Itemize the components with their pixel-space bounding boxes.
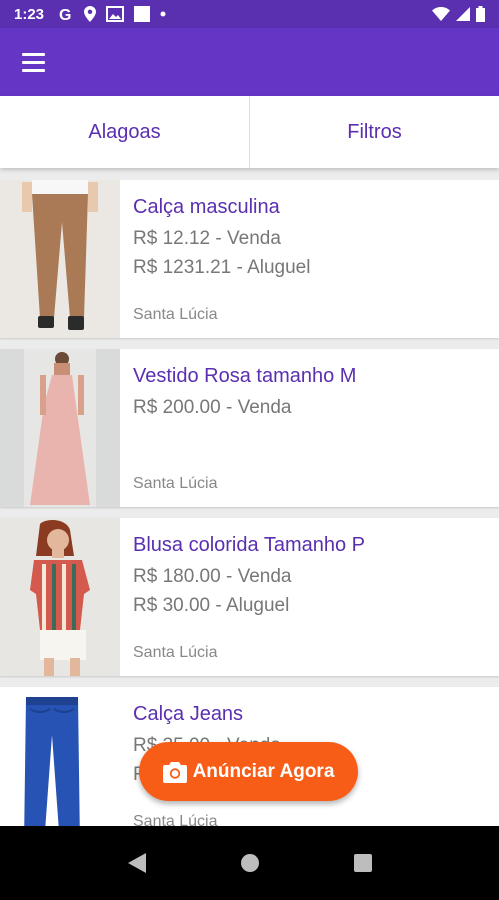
tab-location[interactable]: Alagoas <box>0 96 249 168</box>
product-photo <box>0 180 120 338</box>
trousers-photo-icon <box>0 180 120 338</box>
product-photo <box>0 687 120 826</box>
app-bar <box>0 28 499 96</box>
recents-square-icon <box>353 854 372 872</box>
back-triangle-icon <box>127 853 146 873</box>
listing-list[interactable]: Calça masculina R$ 12.12 - Venda R$ 1231… <box>0 180 499 826</box>
listing-price-sale: R$ 200.00 - Venda <box>133 397 292 418</box>
blouse-photo-icon <box>0 518 120 676</box>
svg-text:G: G <box>59 7 71 22</box>
status-bar: 1:23 G <box>0 0 499 28</box>
filter-tabs: Alagoas Filtros <box>0 96 499 168</box>
system-nav-bar <box>0 826 499 900</box>
status-time: 1:23 <box>14 5 45 23</box>
post-ad-button[interactable]: Anúnciar Agora <box>139 742 358 801</box>
listing-title: Calça Jeans <box>133 703 244 725</box>
tab-filters[interactable]: Filtros <box>250 96 499 168</box>
menu-icon[interactable] <box>22 53 46 73</box>
listing-price-rent: R$ 1231.21 - Aluguel <box>133 257 311 278</box>
listing-location: Santa Lúcia <box>133 644 218 661</box>
gallery-icon <box>106 6 125 22</box>
listing-price-rent: R$ 30.00 - Aluguel <box>133 595 290 616</box>
listing-price-sale: R$ 180.00 - Venda <box>133 566 292 587</box>
listing-card[interactable]: Calça masculina R$ 12.12 - Venda R$ 1231… <box>0 180 499 338</box>
listing-price-sale: R$ 12.12 - Venda <box>133 228 281 249</box>
dot-icon <box>160 11 166 17</box>
dress-photo-icon <box>0 349 120 507</box>
recents-button[interactable] <box>343 843 383 883</box>
post-ad-label: Anúnciar Agora <box>192 760 335 782</box>
listing-card[interactable]: Blusa colorida Tamanho P R$ 180.00 - Ven… <box>0 518 499 676</box>
back-button[interactable] <box>117 843 157 883</box>
home-button[interactable] <box>230 843 270 883</box>
listing-title: Blusa colorida Tamanho P <box>133 534 365 556</box>
product-photo <box>0 518 120 676</box>
jeans-photo-icon <box>0 687 120 826</box>
wifi-icon <box>432 7 450 21</box>
listing-card[interactable]: Vestido Rosa tamanho M R$ 200.00 - Venda… <box>0 349 499 507</box>
battery-icon <box>476 6 485 22</box>
listing-title: Calça masculina <box>133 196 280 218</box>
home-circle-icon <box>240 854 259 872</box>
listing-title: Vestido Rosa tamanho M <box>133 365 357 387</box>
google-icon: G <box>59 7 71 22</box>
location-icon <box>84 6 97 22</box>
listing-location: Santa Lúcia <box>133 475 218 492</box>
camera-icon <box>162 761 187 783</box>
square-icon <box>134 6 151 22</box>
listing-location: Santa Lúcia <box>133 813 218 826</box>
signal-icon <box>456 7 470 21</box>
listing-location: Santa Lúcia <box>133 306 218 323</box>
product-photo <box>0 349 120 507</box>
